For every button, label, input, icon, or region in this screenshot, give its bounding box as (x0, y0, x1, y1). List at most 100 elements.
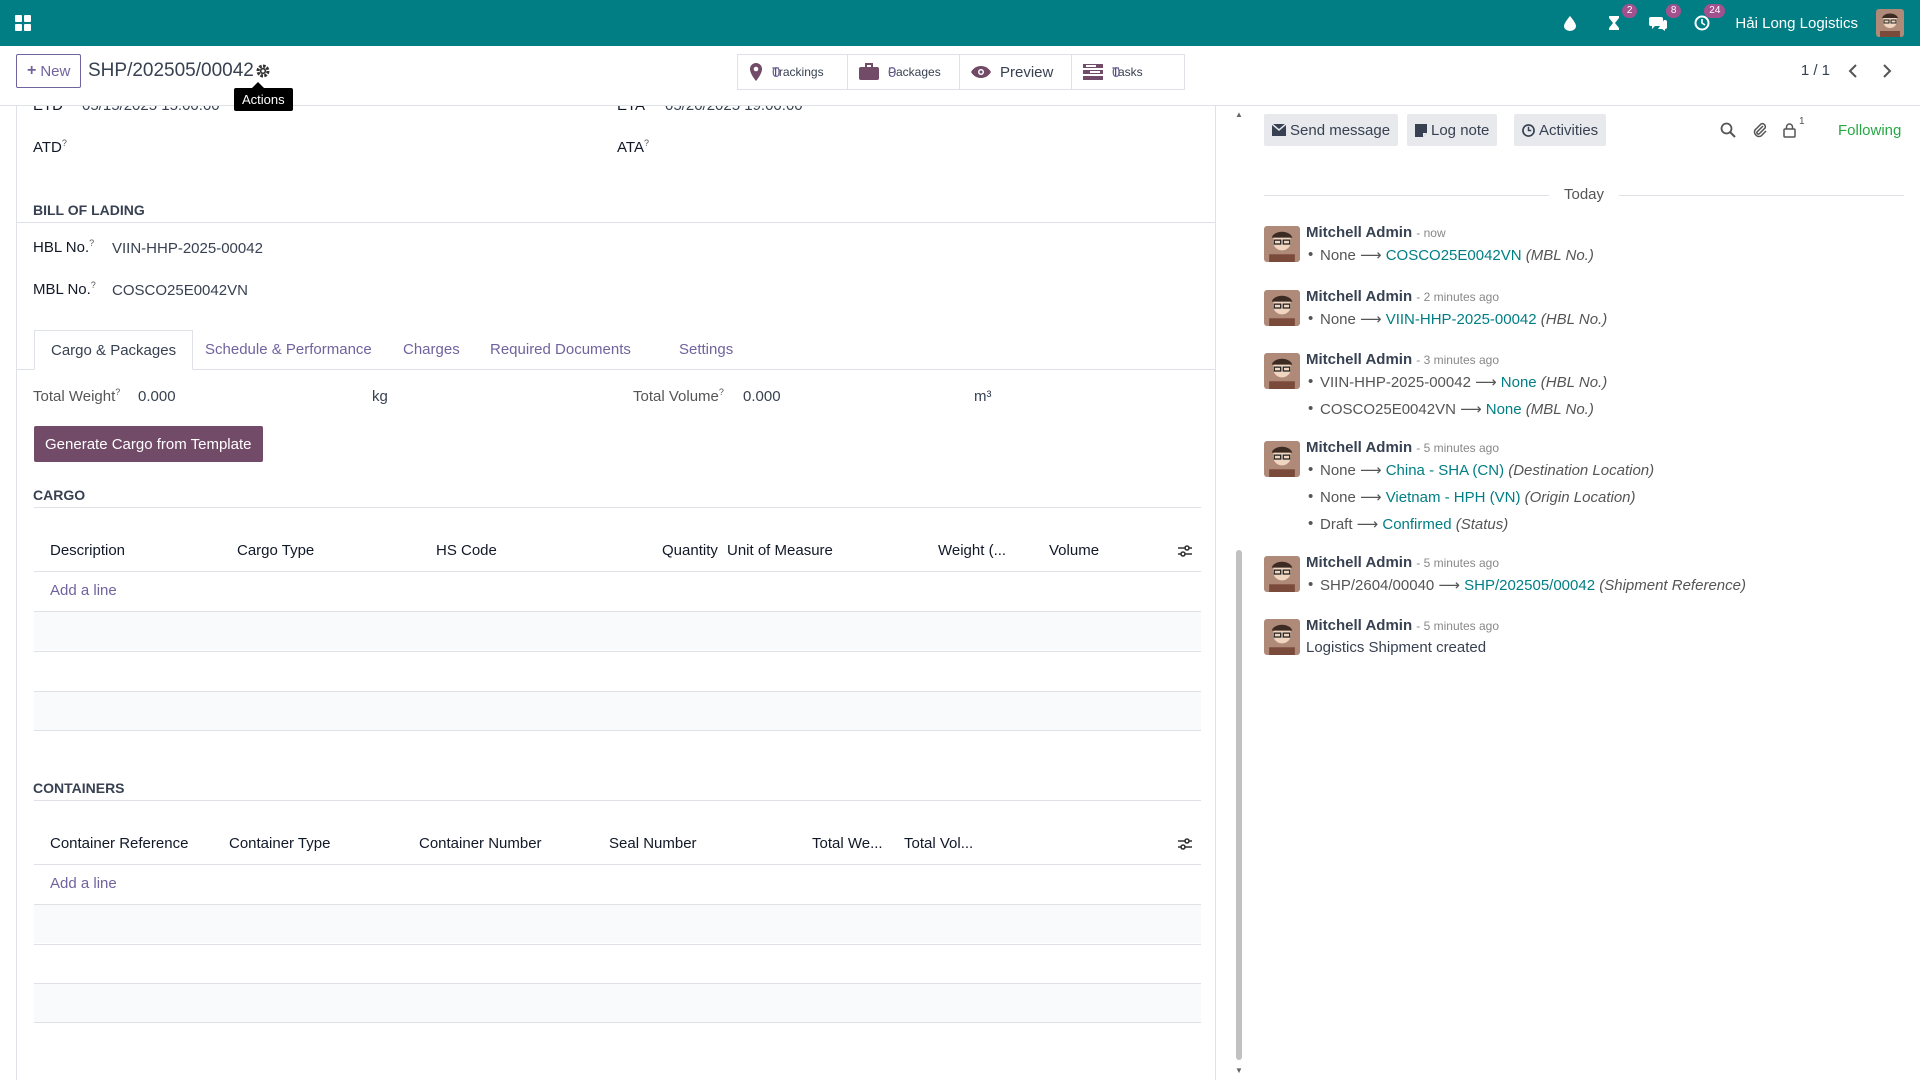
tracking-value-change: • VIIN-HHP-2025-00042 ⟶ None (HBL No.) (1308, 373, 1607, 391)
tasks-icon (1083, 64, 1103, 80)
container-col-total-volume[interactable]: Total Vol... (904, 835, 973, 852)
updates-badge: 24 (1704, 4, 1726, 18)
message-author[interactable]: Mitchell Admin - 5 minutes ago (1306, 554, 1499, 571)
actions-tooltip: Actions (234, 82, 293, 111)
tab-schedule-performance[interactable]: Schedule & Performance (189, 330, 388, 370)
eta-field[interactable]: 05/20/2025 19:00:00 (665, 106, 803, 114)
author-avatar[interactable] (1264, 556, 1300, 592)
trackings-smart-button[interactable]: Trackings 0 (738, 55, 848, 89)
tasks-smart-button[interactable]: Tasks 0 (1072, 55, 1184, 89)
new-value: VIIN-HHP-2025-00042 (1385, 311, 1537, 328)
message-author[interactable]: Mitchell Admin - 3 minutes ago (1306, 351, 1499, 368)
pager-previous-button[interactable] (1838, 54, 1868, 88)
author-avatar[interactable] (1264, 441, 1300, 477)
cargo-add-line[interactable]: Add a line (50, 582, 117, 599)
scroll-down-icon[interactable]: ▼ (1235, 1066, 1243, 1075)
message-author[interactable]: Mitchell Admin - 2 minutes ago (1306, 288, 1499, 305)
table-row (34, 612, 1201, 650)
cargo-title: CARGO (33, 487, 86, 503)
updates-clock-icon[interactable]: 24 (1691, 4, 1726, 34)
atd-label-text: ATD (33, 139, 62, 156)
ata-label-text: ATA (617, 139, 644, 156)
total-weight-label: Total Weight? (33, 387, 121, 405)
old-value: None (1320, 462, 1356, 479)
tab-charges[interactable]: Charges (387, 330, 476, 370)
author-avatar[interactable] (1264, 226, 1300, 262)
table-header-border (34, 571, 1201, 572)
following-button[interactable]: Following (1838, 122, 1901, 139)
form-sheet: ETD 05/15/2025 15:00:00 ETA 05/20/2025 1… (16, 106, 1216, 1080)
hbl-field[interactable]: VIIN-HHP-2025-00042 (112, 240, 263, 257)
container-col-type[interactable]: Container Type (229, 835, 330, 852)
tab-required-documents[interactable]: Required Documents (474, 330, 647, 370)
message-author[interactable]: Mitchell Admin - 5 minutes ago (1306, 439, 1499, 456)
send-message-button[interactable]: Send message (1264, 114, 1399, 146)
old-value: Draft (1320, 516, 1353, 533)
chatter-panel: Send message Log note Activities 1 Follo… (1264, 106, 1920, 1080)
scrollbar-thumb[interactable] (1236, 550, 1242, 1060)
table-row (34, 905, 1201, 943)
generate-cargo-button[interactable]: Generate Cargo from Template (34, 426, 263, 462)
message-author[interactable]: Mitchell Admin - 5 minutes ago (1306, 617, 1499, 634)
cargo-col-hs-code[interactable]: HS Code (436, 542, 497, 559)
message-author[interactable]: Mitchell Admin - now (1306, 224, 1446, 241)
mbl-field[interactable]: COSCO25E0042VN (112, 282, 248, 299)
apps-menu-icon[interactable] (14, 14, 32, 32)
gear-icon[interactable] (254, 62, 272, 80)
cargo-col-description[interactable]: Description (50, 542, 125, 559)
total-weight-value: 0.000 (138, 388, 176, 405)
bullet: • (1308, 400, 1314, 417)
arrow-right-icon: ⟶ (1352, 516, 1383, 533)
containers-add-line[interactable]: Add a line (50, 875, 117, 892)
packages-smart-button[interactable]: Packages 0 (848, 55, 960, 89)
tracking-value-change: • COSCO25E0042VN ⟶ None (MBL No.) (1308, 400, 1594, 418)
tracking-value-change: • Draft ⟶ Confirmed (Status) (1308, 515, 1508, 533)
messages-icon[interactable]: 8 (1647, 4, 1682, 34)
tab-settings[interactable]: Settings (663, 330, 749, 370)
new-value: None (1500, 374, 1537, 391)
etd-label: ETD (33, 106, 63, 114)
table-row (34, 730, 1201, 731)
smart-buttons: Trackings 0 Packages 0 Preview Tasks 0 (737, 54, 1185, 90)
pager-next-button[interactable] (1872, 54, 1902, 88)
new-value: China - SHA (CN) (1385, 462, 1505, 479)
author-avatar[interactable] (1264, 619, 1300, 655)
cargo-col-weight[interactable]: Weight (... (938, 542, 1006, 559)
cargo-col-unit-of-measure[interactable]: Unit of Measure (727, 542, 833, 559)
container-col-seal-number[interactable]: Seal Number (609, 835, 697, 852)
sliders-icon[interactable] (1177, 836, 1193, 852)
activities-button[interactable]: Activities (1514, 114, 1607, 146)
author-avatar[interactable] (1264, 353, 1300, 389)
cargo-col-volume[interactable]: Volume (1049, 542, 1099, 559)
table-header-border (34, 864, 1201, 865)
new-value: Vietnam - HPH (VN) (1385, 489, 1521, 506)
log-note-button[interactable]: Log note (1407, 114, 1498, 146)
tracking-value-change: • None ⟶ COSCO25E0042VN (MBL No.) (1308, 246, 1594, 264)
tab-cargo-packages[interactable]: Cargo & Packages (34, 330, 194, 370)
paperclip-icon[interactable] (1752, 122, 1768, 138)
droplet-icon[interactable] (1559, 12, 1581, 34)
preview-smart-button[interactable]: Preview (960, 55, 1072, 89)
message-timestamp: - 3 minutes ago (1416, 353, 1499, 367)
activities-hourglass-icon[interactable]: 2 (1603, 4, 1638, 34)
scroll-up-icon[interactable]: ▲ (1235, 110, 1243, 119)
total-volume-label: Total Volume? (633, 387, 724, 405)
etd-field[interactable]: 05/15/2025 15:00:00 (82, 106, 220, 114)
field-name: (Origin Location) (1520, 489, 1636, 506)
followers-lock-icon[interactable] (1782, 122, 1798, 138)
search-icon[interactable] (1720, 122, 1736, 138)
user-avatar[interactable] (1876, 9, 1904, 37)
volume-unit: m³ (974, 388, 992, 405)
new-button[interactable]: + New (16, 54, 82, 88)
container-col-total-weight[interactable]: Total We... (812, 835, 883, 852)
old-value: SHP/2604/00040 (1320, 577, 1435, 594)
cargo-col-cargo-type[interactable]: Cargo Type (237, 542, 314, 559)
arrow-right-icon: ⟶ (1355, 489, 1386, 506)
sliders-icon[interactable] (1177, 543, 1193, 559)
pager-value[interactable]: 1 / 1 (1801, 62, 1830, 79)
company-switcher[interactable]: Hải Long Logistics (1735, 15, 1858, 32)
container-col-number[interactable]: Container Number (419, 835, 542, 852)
container-col-reference[interactable]: Container Reference (50, 835, 188, 852)
cargo-col-quantity[interactable]: Quantity (662, 542, 718, 559)
author-avatar[interactable] (1264, 290, 1300, 326)
